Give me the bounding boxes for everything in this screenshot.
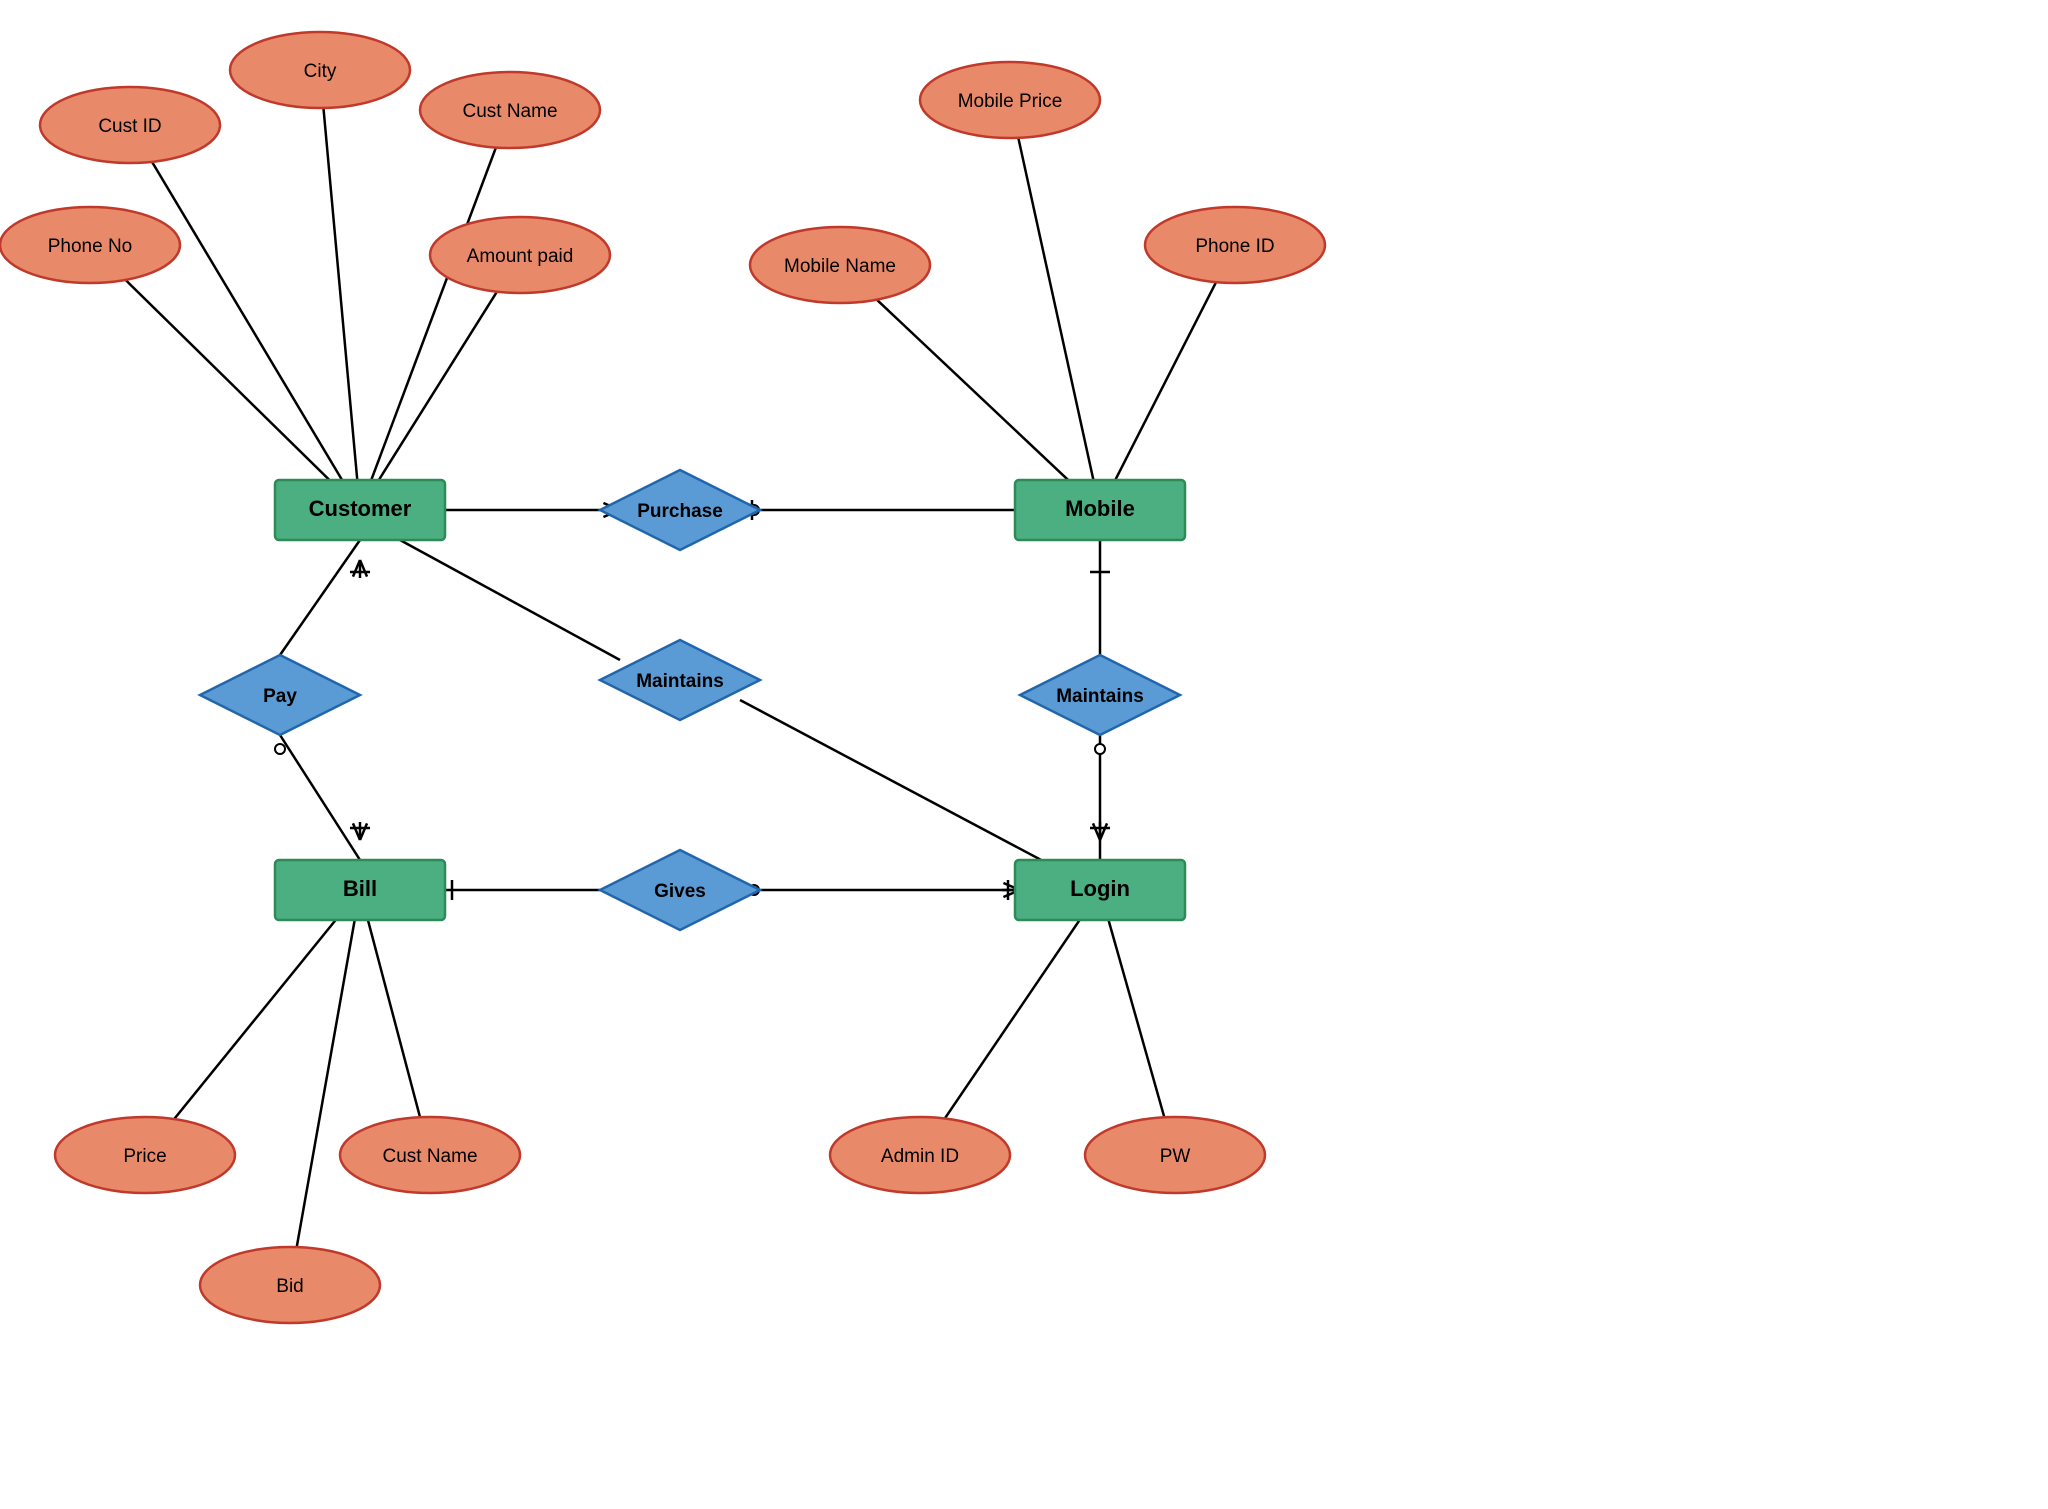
svg-text:Cust Name: Cust Name [462, 101, 557, 122]
svg-text:Admin ID: Admin ID [881, 1146, 959, 1167]
attr-mobile_price: Mobile Price [920, 62, 1100, 138]
svg-text:Mobile Name: Mobile Name [784, 256, 896, 277]
attr-amount_paid: Amount paid [430, 217, 610, 293]
svg-text:Customer: Customer [309, 496, 412, 521]
attr-price: Price [55, 1117, 235, 1193]
svg-text:Phone ID: Phone ID [1195, 236, 1274, 257]
attr-mobile_name: Mobile Name [750, 227, 930, 303]
attr-cust_name_bill: Cust Name [340, 1117, 520, 1193]
rel-pay: Pay [200, 655, 360, 735]
svg-text:Mobile: Mobile [1065, 496, 1135, 521]
er-diagram: Customer Mobile Bill Login Purchase Pay Mainta… [0, 0, 2048, 1509]
svg-text:Gives: Gives [654, 881, 706, 902]
rel-gives: Gives [600, 850, 760, 930]
svg-text:Bid: Bid [276, 1276, 303, 1297]
svg-text:Amount paid: Amount paid [467, 246, 574, 267]
svg-text:Price: Price [123, 1146, 166, 1167]
attr-phone_no: Phone No [0, 207, 180, 283]
svg-text:Mobile Price: Mobile Price [958, 91, 1063, 112]
svg-text:Cust Name: Cust Name [382, 1146, 477, 1167]
svg-text:Bill: Bill [343, 876, 377, 901]
attr-bid: Bid [200, 1247, 380, 1323]
svg-text:Pay: Pay [263, 686, 297, 707]
rel-purchase: Purchase [600, 470, 760, 550]
svg-text:PW: PW [1160, 1146, 1191, 1167]
attr-pw: PW [1085, 1117, 1265, 1193]
attr-cust_id: Cust ID [40, 87, 220, 163]
svg-text:City: City [304, 61, 337, 82]
attr-phone_id: Phone ID [1145, 207, 1325, 283]
entity-customer: Customer [275, 480, 445, 540]
entity-mobile: Mobile [1015, 480, 1185, 540]
diagram-canvas: Customer Mobile Bill Login Purchase Pay Mainta… [0, 0, 2048, 1509]
entity-bill: Bill [275, 860, 445, 920]
svg-text:Maintains: Maintains [1056, 686, 1144, 707]
attr-city: City [230, 32, 410, 108]
attr-admin_id: Admin ID [830, 1117, 1010, 1193]
rel-maintains-right: Maintains [1020, 655, 1180, 735]
svg-text:Maintains: Maintains [636, 671, 724, 692]
svg-text:Phone No: Phone No [48, 236, 133, 257]
rel-maintains-left: Maintains [600, 640, 760, 720]
svg-text:Cust ID: Cust ID [98, 116, 161, 137]
attr-cust_name: Cust Name [420, 72, 600, 148]
entity-login: Login [1015, 860, 1185, 920]
svg-text:Purchase: Purchase [637, 501, 723, 522]
svg-text:Login: Login [1070, 876, 1130, 901]
